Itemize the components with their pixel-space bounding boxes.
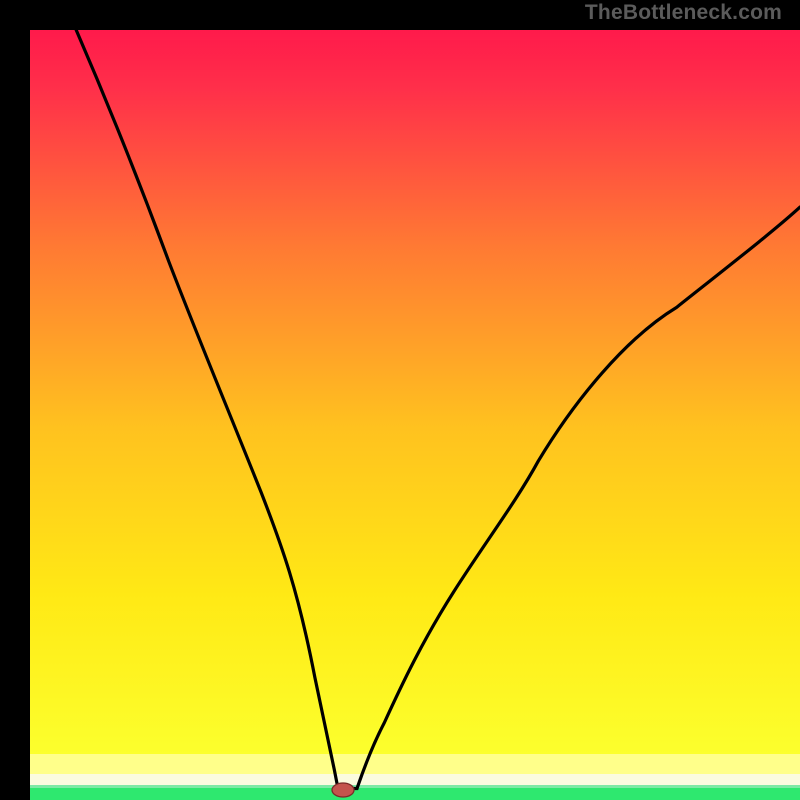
optimum-marker [332,783,354,797]
bottleneck-chart [30,30,800,800]
chart-frame [15,15,785,785]
watermark-text: TheBottleneck.com [585,1,782,25]
green-band-edge [30,785,800,788]
cream-band [30,774,800,785]
gradient-band [30,30,800,754]
light-yellow-band [30,754,800,774]
